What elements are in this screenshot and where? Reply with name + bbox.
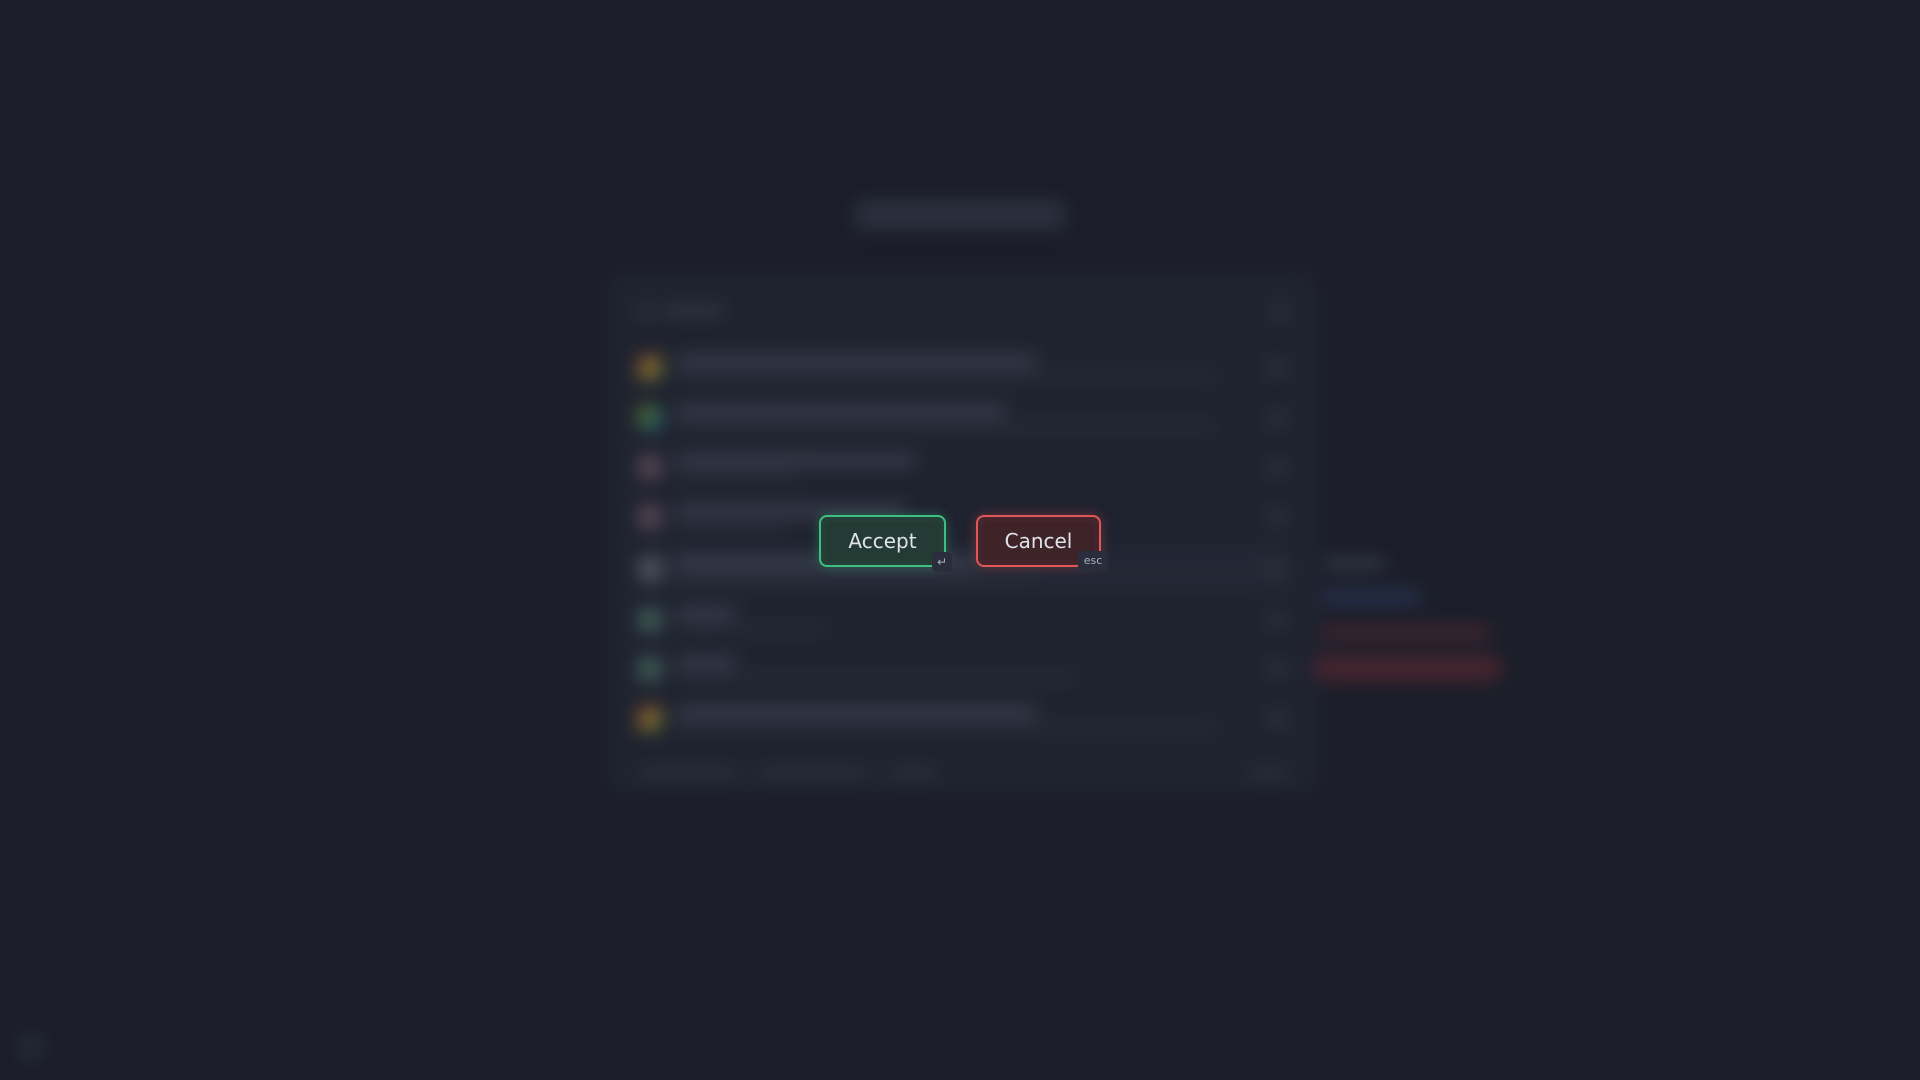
blurred-list-item [638, 447, 1288, 487]
enter-key-icon: ↵ [932, 552, 952, 572]
blurred-list-item [638, 699, 1288, 739]
escape-key-hint: esc [1078, 551, 1108, 571]
blurred-background [0, 0, 1920, 1080]
blurred-list-item [638, 497, 1288, 537]
blurred-list-item [638, 398, 1288, 438]
blurred-title [855, 200, 1065, 230]
cancel-label: Cancel [1004, 529, 1073, 553]
accept-label: Accept [848, 529, 917, 553]
blurred-list-item [638, 649, 1288, 689]
blurred-list-item-selected [638, 549, 1288, 589]
blurred-corner-button [16, 1032, 46, 1062]
blurred-command-palette [607, 272, 1319, 794]
accept-button[interactable]: Accept [819, 515, 946, 567]
blurred-footer [638, 763, 1288, 783]
blurred-search-bar [638, 295, 1288, 327]
blurred-list-item [638, 348, 1288, 388]
blurred-list-item [638, 600, 1288, 640]
blurred-context-menu [1315, 550, 1505, 700]
screen: Accept ↵ Cancel esc [0, 0, 1920, 1080]
blurred-search-icon [638, 304, 652, 318]
